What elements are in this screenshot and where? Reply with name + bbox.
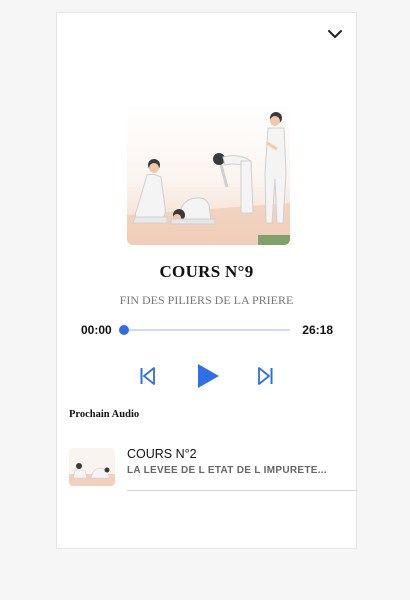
skip-next-icon[interactable] xyxy=(256,365,274,387)
track-duration: 26:18 xyxy=(302,323,333,337)
current-time: 00:00 xyxy=(81,323,112,337)
skip-previous-icon[interactable] xyxy=(139,365,157,387)
track-subtitle: FIN DES PILIERS DE LA PRIERE xyxy=(119,293,294,307)
queue-item-title: COURS N°2 xyxy=(127,447,197,461)
queue-item-subtitle: LA LEVEE DE L ETAT DE L IMPURETE... xyxy=(127,465,327,476)
queue-heading: Prochain Audio xyxy=(69,409,140,420)
track-title: COURS N°9 xyxy=(159,262,254,281)
cover-image xyxy=(127,103,290,245)
progress-knob[interactable] xyxy=(119,325,129,335)
queue-item-thumbnail xyxy=(69,448,115,486)
progress-bar[interactable] xyxy=(119,325,290,335)
chevron-down-icon[interactable] xyxy=(326,27,344,41)
play-icon[interactable] xyxy=(196,363,220,389)
divider xyxy=(127,490,358,491)
player-card: COURS N°9 FIN DES PILIERS DE LA PRIERE 0… xyxy=(56,12,358,549)
queue-item[interactable]: COURS N°2 LA LEVEE DE L ETAT DE L IMPURE… xyxy=(69,443,358,493)
